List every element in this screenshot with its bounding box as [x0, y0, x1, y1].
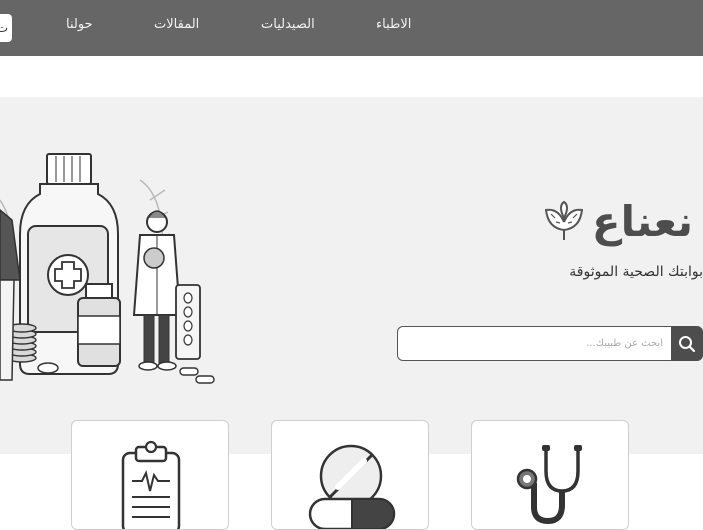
nav-link-doctors[interactable]: الاطباء	[376, 17, 411, 32]
top-navbar: ت حولنا المقالات الصيدليات الاطباء	[0, 0, 703, 56]
service-card-records[interactable]	[71, 420, 229, 530]
leaf-logo-icon	[544, 200, 584, 240]
search-icon	[679, 335, 696, 352]
nav-link-about[interactable]: حولنا	[66, 17, 93, 32]
nav-edge-button[interactable]: ت	[0, 14, 12, 42]
search-button[interactable]	[671, 326, 703, 361]
nav-link-articles[interactable]: المقالات	[154, 17, 199, 32]
search-bar	[397, 326, 703, 361]
nav-link-pharmacies[interactable]: الصيدليات	[261, 17, 315, 32]
service-card-doctors[interactable]	[471, 420, 629, 530]
service-card-pharmacy[interactable]	[271, 420, 429, 530]
search-input[interactable]	[397, 326, 671, 361]
hero-illustration	[0, 153, 215, 384]
brand-name: نعناع	[591, 197, 693, 246]
brand-logo: نعناع	[542, 194, 693, 250]
hero-tagline: بوابتك الصحية الموثوقة	[569, 264, 703, 280]
pill-icon	[308, 444, 396, 529]
clipboard-icon	[121, 440, 181, 529]
stethoscope-icon	[516, 445, 582, 525]
